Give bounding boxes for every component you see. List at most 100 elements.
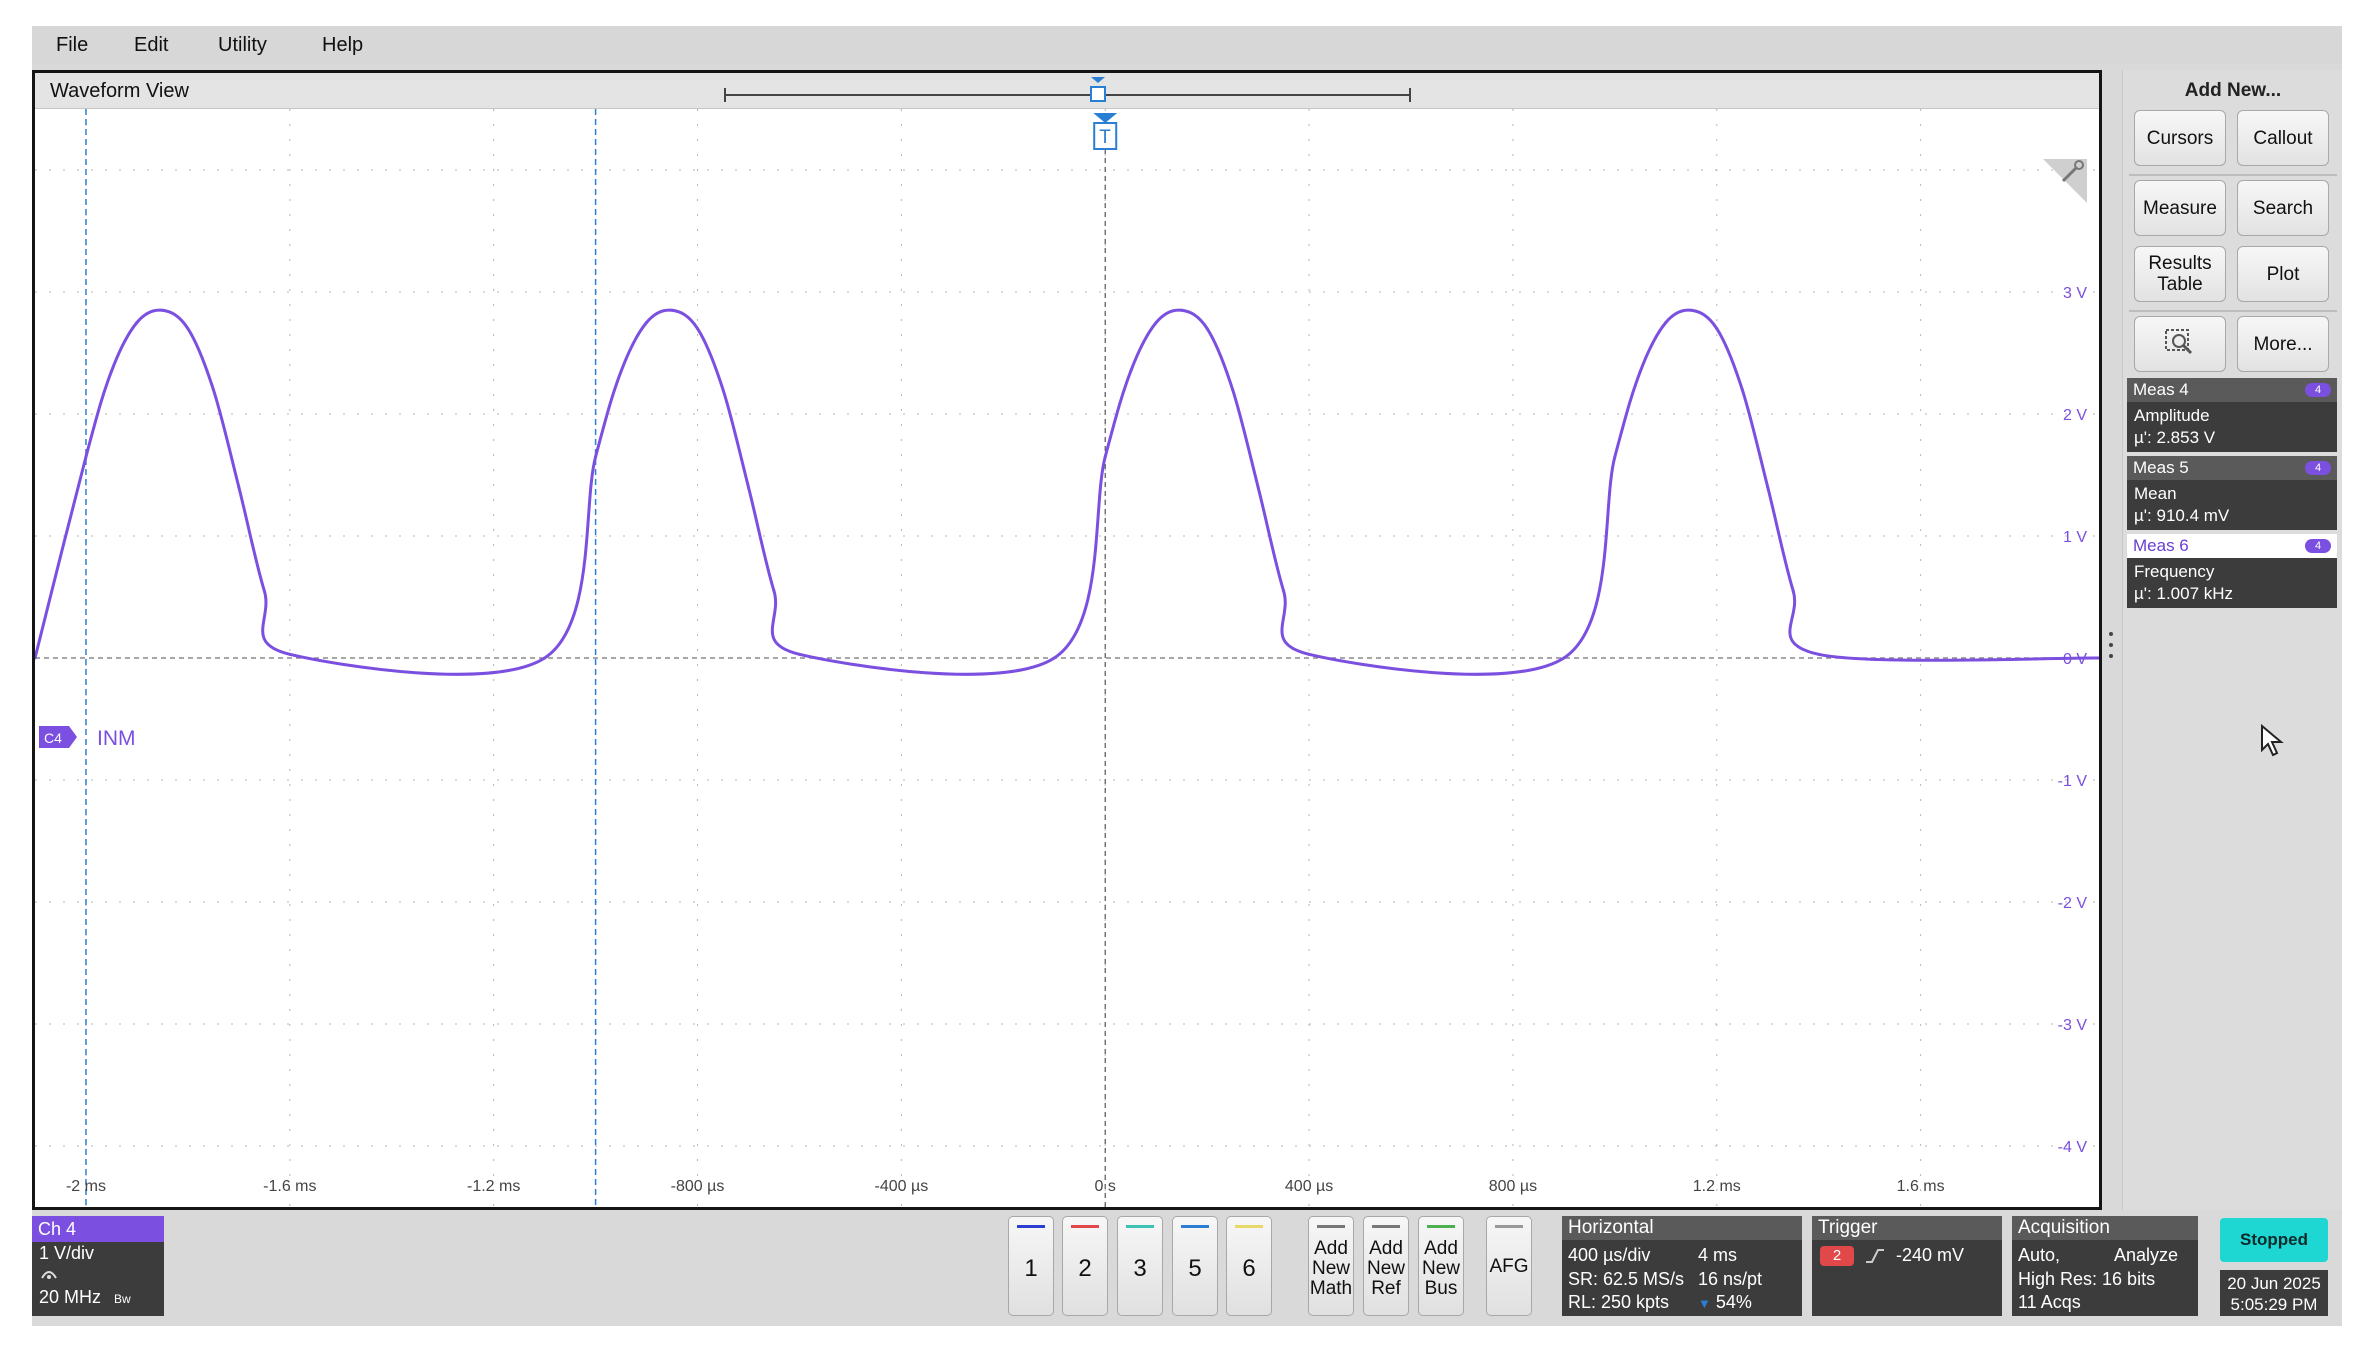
measure-button[interactable]: Measure <box>2134 180 2226 236</box>
trace-point <box>670 308 674 312</box>
y-axis-label: -2 V <box>2058 895 2088 912</box>
channel-5-button[interactable]: 5 <box>1172 1216 1218 1316</box>
record-length: RL: 250 kpts <box>1568 1292 1670 1312</box>
channel-4-badge[interactable]: Ch 4 1 V/div 20 MHz Bw <box>32 1216 164 1316</box>
meas-name: Amplitude <box>2134 406 2210 425</box>
menu-edit[interactable]: Edit <box>134 26 168 64</box>
acquisition-resolution: High Res: 16 bits <box>2018 1269 2156 1289</box>
trace-point <box>288 652 292 656</box>
trace-point <box>1103 455 1107 459</box>
trace-point <box>797 652 801 656</box>
x-axis-label: 1.2 ms <box>1693 1178 1741 1195</box>
trace-point <box>1256 485 1260 489</box>
search-button[interactable]: Search <box>2237 180 2329 236</box>
add-math-label-2: New <box>1311 1258 1350 1279</box>
y-axis-label: -3 V <box>2058 1017 2088 1034</box>
add-new-bus-button[interactable]: Add New Bus <box>1418 1216 1464 1316</box>
more-button[interactable]: More... <box>2237 316 2329 372</box>
add-bus-label-3: Bus <box>1424 1278 1458 1299</box>
plot-button[interactable]: Plot <box>2237 246 2329 302</box>
channel-1-color <box>1017 1225 1045 1228</box>
right-control-panel: Add New... Cursors Callout Measure Searc… <box>2122 70 2342 1210</box>
bandwidth-limit-icon: Bw <box>114 1292 131 1306</box>
meas-title: Meas 5 <box>2133 458 2189 477</box>
horizontal-badge[interactable]: Horizontal 400 µs/div 4 ms SR: 62.5 MS/s… <box>1562 1216 1802 1316</box>
menu-utility[interactable]: Utility <box>218 26 267 64</box>
trigger-level: -240 mV <box>1896 1245 1965 1265</box>
add-new-math-button[interactable]: Add New Math <box>1308 1216 1354 1316</box>
panel-resize-dots[interactable] <box>2109 630 2115 662</box>
meas-name: Mean <box>2134 484 2177 503</box>
waveform-view[interactable]: Waveform View T 4 V3 V2 V1 V0 V-1 V-2 V-… <box>32 70 2102 1210</box>
trigger-position-marker[interactable]: T <box>1093 113 1118 1207</box>
measurement-badge-meas-6[interactable]: Meas 6 4 Frequency µ': 1.007 kHz <box>2127 534 2337 608</box>
trace-point <box>619 369 623 373</box>
callout-button[interactable]: Callout <box>2237 110 2329 166</box>
acquisition-badge[interactable]: Acquisition Auto, Analyze High Res: 16 b… <box>2012 1216 2198 1316</box>
zoom-button[interactable] <box>2134 316 2226 372</box>
measurement-badge-meas-5[interactable]: Meas 5 4 Mean µ': 910.4 mV <box>2127 456 2337 530</box>
trace-point <box>1231 388 1235 392</box>
add-bus-label-1: Add <box>1424 1238 1458 1259</box>
meas-title: Meas 4 <box>2133 380 2189 399</box>
run-stop-status-button[interactable]: Stopped <box>2220 1218 2328 1262</box>
panel-divider <box>2129 174 2337 176</box>
menu-help[interactable]: Help <box>322 26 363 64</box>
horizontal-title: Horizontal <box>1562 1216 1802 1240</box>
y-axis-label: 1 V <box>2063 529 2087 546</box>
channel-5-color <box>1181 1225 1209 1228</box>
trigger-source-badge: 2 <box>1820 1246 1854 1266</box>
add-new-ref-button[interactable]: Add New Ref <box>1363 1216 1409 1316</box>
x-axis-label: -400 µs <box>875 1178 929 1195</box>
channel-2-button[interactable]: 2 <box>1062 1216 1108 1316</box>
trace-point <box>1205 327 1209 331</box>
add-math-label-1: Add <box>1314 1238 1348 1259</box>
channel-1-button[interactable]: 1 <box>1008 1216 1054 1316</box>
trace-point <box>1282 589 1286 593</box>
x-axis-label: -2 ms <box>66 1178 106 1195</box>
record-overview-bar[interactable] <box>724 77 1411 102</box>
afg-button[interactable]: AFG <box>1486 1216 1532 1316</box>
meas-source-badge: 4 <box>2305 461 2331 475</box>
acquisition-title: Acquisition <box>2012 1216 2198 1240</box>
trace-point <box>1766 485 1770 489</box>
channel-3-button[interactable]: 3 <box>1117 1216 1163 1316</box>
trace-point <box>594 455 598 459</box>
add-new-label: Add New... <box>2184 80 2282 101</box>
channel-4-ground-marker[interactable]: C4 <box>39 726 77 748</box>
x-axis-label: -800 µs <box>671 1178 725 1195</box>
trace-point <box>1740 388 1744 392</box>
channel-3-color <box>1126 1225 1154 1228</box>
rising-edge-icon <box>1866 1249 1884 1263</box>
trigger-badge[interactable]: Trigger 2 -240 mV <box>1812 1216 2002 1316</box>
trace-point <box>211 388 215 392</box>
position-value: 54% <box>1715 1292 1752 1312</box>
oscilloscope-app: File Edit Utility Help Waveform View T 4… <box>32 26 2342 1326</box>
trace-point <box>1307 652 1311 656</box>
trace-point <box>1180 308 1184 312</box>
channel-4-bandwidth: 20 MHz Bw <box>32 1286 164 1310</box>
bandwidth-value: 20 MHz <box>39 1287 102 1307</box>
acquisition-analyze: Analyze <box>2114 1245 2179 1265</box>
menu-file[interactable]: File <box>56 26 88 64</box>
results-table-button[interactable]: Results Table <box>2134 246 2226 302</box>
waveform-plot[interactable]: T 4 V3 V2 V1 V0 V-1 V-2 V-3 V-4 V -2 ms-… <box>35 73 2099 1207</box>
trace-point <box>1129 369 1133 373</box>
x-axis-labels: -2 ms -1.6 ms -1.2 ms -800 µs -400 µs 0 s 400 … <box>66 1178 1945 1195</box>
trace-point <box>84 455 88 459</box>
y-axis-label: 0 V <box>2063 651 2087 668</box>
channel-6-button[interactable]: 6 <box>1226 1216 1272 1316</box>
cursors-button[interactable]: Cursors <box>2134 110 2226 166</box>
trace-point <box>135 321 139 324</box>
trace-point <box>696 327 700 331</box>
meas-value: µ': 1.007 kHz <box>2134 584 2234 603</box>
meas-title: Meas 6 <box>2133 536 2189 555</box>
trace-path-1 <box>35 308 2099 676</box>
measurement-badge-meas-4[interactable]: Meas 4 4 Amplitude µ': 2.853 V <box>2127 378 2337 452</box>
menu-bar: File Edit Utility Help <box>32 26 2342 64</box>
zoom-corner-icon[interactable] <box>2043 159 2087 203</box>
trigger-arrow <box>1093 113 1118 123</box>
trace-point <box>262 589 266 593</box>
date-text: 20 Jun 2025 <box>2227 1274 2321 1293</box>
trace-point <box>1664 321 1668 324</box>
